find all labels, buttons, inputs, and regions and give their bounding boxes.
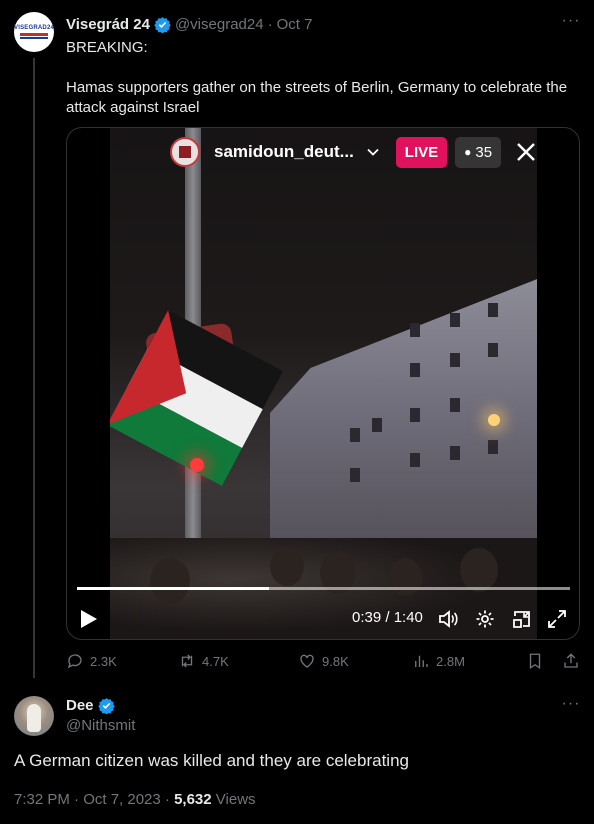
reply-author-avatar[interactable] (14, 696, 54, 736)
verified-badge-icon (97, 698, 115, 714)
like-button[interactable]: 9.8K (298, 652, 349, 670)
video-frame[interactable]: samidoun_deut... LIVE ● 35 (110, 128, 537, 639)
views-button[interactable]: 2.8M (412, 652, 465, 670)
fullscreen-icon[interactable] (546, 608, 568, 630)
logo-stripe-blue (20, 37, 48, 39)
live-header: samidoun_deut... LIVE ● 35 (170, 134, 537, 170)
picture-in-picture-icon[interactable] (511, 608, 533, 630)
chevron-down-icon[interactable] (366, 145, 380, 159)
header-separator: · (267, 15, 273, 33)
verified-badge-icon (154, 16, 171, 33)
live-user-avatar[interactable] (170, 137, 200, 167)
eye-icon: ● (464, 145, 472, 159)
repost-icon (181, 654, 193, 668)
analytics-icon (415, 655, 428, 667)
tweet-header: Visegrád 24 @visegrad24 · Oct 7 (66, 14, 312, 34)
reply-views-label: Views (211, 791, 256, 808)
reply-button[interactable]: 2.3K (66, 652, 117, 670)
play-icon[interactable] (79, 608, 99, 630)
live-badge: LIVE (395, 136, 448, 168)
settings-gear-icon[interactable] (474, 608, 496, 630)
author-avatar[interactable]: VISEGRAD24 (14, 12, 54, 52)
author-name[interactable]: Visegrád 24 (66, 16, 150, 33)
viewer-count: 35 (475, 143, 493, 161)
bookmark-button[interactable] (526, 652, 550, 670)
reply-count: 2.3K (90, 653, 117, 669)
tweet-text: BREAKING: Hamas supporters gather on the… (66, 38, 571, 118)
repost-button[interactable]: 4.7K (178, 652, 229, 670)
video-player[interactable]: samidoun_deut... LIVE ● 35 0:39 / 1:40 (66, 127, 580, 640)
video-progress-fill (77, 587, 270, 590)
tweet-text-line2: Hamas supporters gather on the streets o… (66, 79, 568, 116)
more-options-icon[interactable]: ··· (561, 13, 581, 34)
traffic-light (190, 458, 204, 472)
author-handle[interactable]: @visegrad24 (175, 16, 264, 33)
reply-views-count: 5,632 (174, 791, 212, 808)
author-logo-text: VISEGRAD24 (14, 25, 55, 31)
viewer-count-badge: ● 35 (455, 136, 502, 168)
like-count: 9.8K (322, 653, 349, 669)
reply-meta: 7:32 PM · Oct 7, 2023 · 5,632 Views (14, 791, 256, 808)
bookmark-icon (529, 653, 541, 670)
thread-line (33, 58, 35, 678)
reply-timestamp[interactable]: 7:32 PM · Oct 7, 2023 · (14, 791, 174, 808)
tweet-text-line1: BREAKING: (66, 39, 148, 56)
reply-author-handle[interactable]: @Nithsmit (66, 717, 135, 734)
reply-author-name[interactable]: Dee (66, 697, 94, 714)
share-button[interactable] (562, 652, 586, 670)
repost-count: 4.7K (202, 653, 229, 669)
video-time: 0:39 / 1:40 (352, 609, 423, 626)
share-icon (564, 653, 578, 668)
logo-stripe-red (20, 33, 48, 36)
tweet-actions: 2.3K 4.7K 9.8K 2.8M (66, 652, 581, 672)
reply-more-options-icon[interactable]: ··· (561, 696, 581, 717)
volume-icon[interactable] (437, 608, 459, 630)
views-count: 2.8M (436, 653, 465, 669)
live-username[interactable]: samidoun_deut... (214, 142, 354, 162)
tweet-time[interactable]: Oct 7 (277, 16, 313, 33)
heart-icon (300, 654, 314, 668)
street-lamp (488, 414, 500, 426)
reply-text: A German citizen was killed and they are… (14, 751, 409, 770)
reply-icon (67, 654, 82, 669)
building-image (270, 278, 537, 578)
reply-author: Dee (66, 697, 119, 714)
close-icon[interactable] (515, 141, 537, 163)
video-progress-bar[interactable] (77, 587, 570, 590)
